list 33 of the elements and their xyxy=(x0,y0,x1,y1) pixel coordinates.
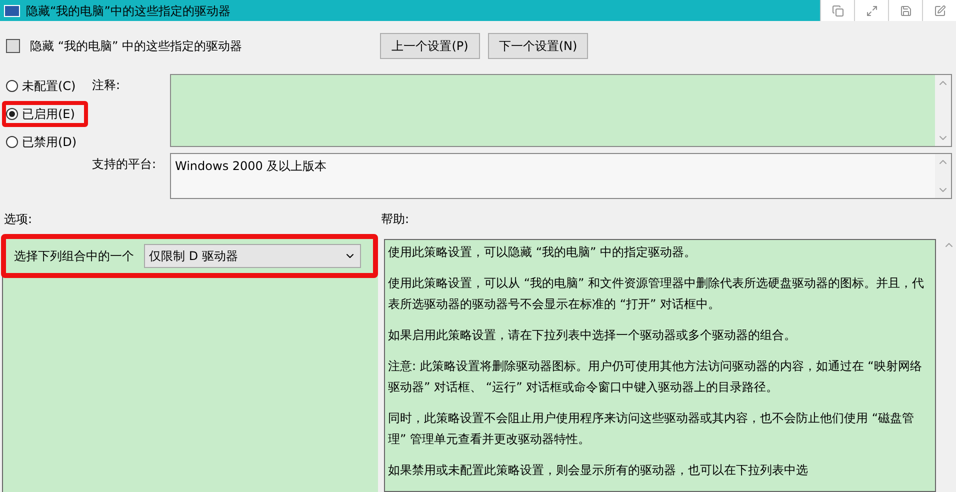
toolbar-button[interactable] xyxy=(888,0,922,21)
help-paragraph: 使用此策略设置，可以隐藏 “我的电脑” 中的指定驱动器。 xyxy=(388,244,698,261)
policy-icon xyxy=(6,39,20,53)
scrollbar[interactable] xyxy=(935,75,951,146)
restore-icon xyxy=(832,4,844,16)
save-icon xyxy=(900,4,912,16)
help-paragraph: 如果禁用或未配置此策略设置，则会显示所有的驱动器，也可以在下拉列表中选 xyxy=(388,462,809,479)
drive-dropdown[interactable]: 仅限制 D 驱动器 xyxy=(144,244,361,268)
comment-label: 注释: xyxy=(92,77,122,94)
help-paragraph: 使用此策略设置，可以从 “我的电脑” 和文件资源管理器中删除代表所选硬盘驱动器的图标。并且，代表所选驱动器的驱动器号不会显示在标准的 “打开” 对话框中。 xyxy=(388,275,926,313)
scrollbar[interactable] xyxy=(935,154,951,198)
platform-label: 支持的平台: xyxy=(92,156,158,173)
help-paragraph: 如果启用此策略设置，请在下拉列表中选择一个驱动器或多个驱动器的组合。 xyxy=(388,327,797,344)
radio-option[interactable]: 未配置(C) xyxy=(2,73,88,99)
help-label: 帮助: xyxy=(381,211,410,228)
toolbar-button[interactable] xyxy=(820,0,854,21)
platform-field: Windows 2000 及以上版本 xyxy=(170,153,952,199)
radio-option[interactable]: 已启用(E) xyxy=(2,101,88,127)
policy-title: 隐藏 “我的电脑” 中的这些指定的驱动器 xyxy=(30,38,244,55)
options-label: 选项: xyxy=(3,211,34,228)
window-title: 隐藏“我的电脑”中的这些指定的驱动器 xyxy=(26,2,230,20)
nav-button[interactable]: 下一个设置(N) xyxy=(488,33,588,59)
radio-option[interactable]: 已禁用(D) xyxy=(2,129,88,155)
radio-circle[interactable] xyxy=(6,108,18,120)
edit-icon xyxy=(934,4,946,16)
help-paragraph: 注意: 此策略设置将删除驱动器图标。用户仍可使用其他方法访问驱动器的内容，如通过在 “映射网络驱动器” 对话框、 “运行” 对话框或命令窗口中键入驱动器上的目录路径。 xyxy=(388,358,923,396)
computer-icon xyxy=(4,4,20,16)
dropdown-label: 选择下列组合中的一个 xyxy=(14,248,135,265)
toolbar-button[interactable] xyxy=(922,0,956,21)
toolbar-button[interactable] xyxy=(854,0,888,21)
nav-button[interactable]: 上一个设置(P) xyxy=(380,33,480,59)
help-paragraph: 同时，此策略设置不会阻止用户使用程序来访问这些驱动器或其内容，也不会防止他们使用 “磁盘管理” 管理单元查看并更改驱动器特性。 xyxy=(388,410,916,448)
expand-icon xyxy=(866,4,878,16)
